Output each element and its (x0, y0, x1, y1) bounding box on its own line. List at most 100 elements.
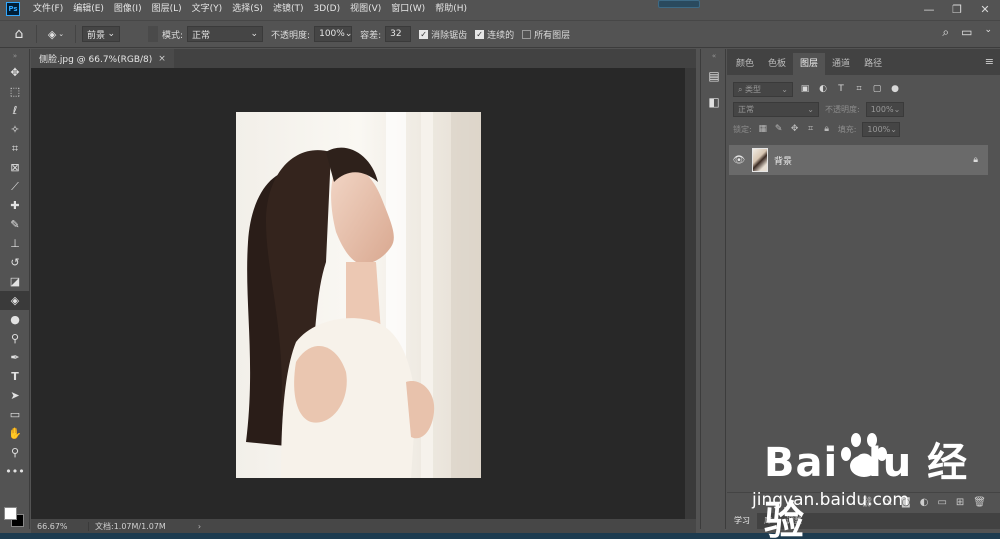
pattern-dropdown[interactable] (148, 26, 158, 42)
tab-color[interactable]: 颜色 (729, 53, 761, 75)
menu-type[interactable]: 文字(Y) (187, 0, 228, 18)
color-swatches[interactable] (4, 503, 26, 527)
move-tool-icon[interactable]: ✥ (0, 63, 30, 82)
smart-object-filter-icon[interactable]: ▢ (871, 84, 883, 94)
antialias-checkbox[interactable]: ✓ (419, 29, 429, 39)
blur-tool-icon[interactable]: ● (0, 310, 30, 329)
zoom-tool-icon[interactable]: ⚲ (0, 443, 30, 462)
adjustments-icon[interactable]: ◧ (701, 89, 727, 115)
tab-channels[interactable]: 通道 (825, 53, 857, 75)
foreground-color-swatch[interactable] (4, 507, 17, 520)
opacity-input[interactable]: 100% ⌄ (314, 26, 352, 42)
brush-tool-icon[interactable]: ✎ (0, 215, 30, 234)
menu-layer[interactable]: 图层(L) (147, 0, 187, 18)
properties-icon[interactable]: ▤ (701, 63, 727, 89)
tab-learn[interactable]: 学习 (727, 513, 757, 529)
paint-bucket-tool-icon[interactable]: ◈ (0, 291, 30, 310)
lock-all-icon[interactable]: 🔒︎ (822, 124, 832, 134)
pixel-filter-icon[interactable]: ▣ (799, 84, 811, 94)
delete-layer-icon[interactable]: 🗑︎ (973, 497, 986, 508)
type-tool-icon[interactable]: T (0, 367, 30, 386)
tab-adjustments[interactable]: 调整 (779, 513, 809, 529)
crop-tool-icon[interactable]: ⌗ (0, 139, 30, 158)
fill-source-dropdown[interactable]: 前景 ⌄ (82, 26, 120, 42)
minimize-button[interactable]: — (922, 3, 936, 16)
vertical-scrollbar[interactable] (685, 68, 696, 519)
tab-paths[interactable]: 路径 (857, 53, 889, 75)
adjustment-filter-icon[interactable]: ◐ (817, 84, 829, 94)
panel-menu-icon[interactable]: ≡ (985, 55, 994, 68)
home-icon[interactable]: ⌂ (8, 23, 30, 45)
restore-button[interactable]: ❐ (950, 3, 964, 16)
healing-brush-tool-icon[interactable]: ✚ (0, 196, 30, 215)
layer-item-background[interactable]: 👁︎ 背景 🔒︎ (729, 145, 988, 175)
history-brush-tool-icon[interactable]: ↺ (0, 253, 30, 272)
frame-tool-icon[interactable]: ⊠ (0, 158, 30, 177)
fill-input[interactable]: 100% ⌄ (862, 121, 901, 137)
menu-edit[interactable]: 编辑(E) (68, 0, 109, 18)
lock-image-icon[interactable]: ✎ (774, 124, 784, 134)
hand-tool-icon[interactable]: ✋ (0, 424, 30, 443)
clone-stamp-tool-icon[interactable]: ⊥ (0, 234, 30, 253)
canvas-area[interactable] (31, 68, 685, 519)
all-layers-option[interactable]: 所有图层 (522, 28, 570, 41)
dodge-tool-icon[interactable]: ⚲ (0, 329, 30, 348)
type-filter-icon[interactable]: T (835, 84, 847, 94)
path-selection-tool-icon[interactable]: ➤ (0, 386, 30, 405)
lock-position-icon[interactable]: ✥ (790, 124, 800, 134)
layer-style-icon[interactable]: fx (883, 497, 892, 508)
workspace-icon[interactable]: ▭ (961, 25, 972, 40)
pen-tool-icon[interactable]: ✒ (0, 348, 30, 367)
tab-layers[interactable]: 图层 (793, 53, 826, 75)
tab-libraries[interactable]: 库 (757, 513, 779, 529)
menu-3d[interactable]: 3D(D) (308, 0, 345, 18)
document-tab[interactable]: 侧脸.jpg @ 66.7%(RGB/8) × (31, 49, 174, 68)
eraser-tool-icon[interactable]: ◪ (0, 272, 30, 291)
lock-transparent-icon[interactable]: ▦ (758, 124, 768, 134)
lock-artboard-icon[interactable]: ⌗ (806, 124, 816, 134)
close-button[interactable]: ✕ (978, 3, 992, 16)
layer-filter-dropdown[interactable]: ⌕ 类型 ⌄ (733, 81, 793, 97)
magic-wand-tool-icon[interactable]: ✧ (0, 120, 30, 139)
visibility-eye-icon[interactable]: 👁︎ (729, 155, 749, 166)
eyedropper-tool-icon[interactable]: ⟋ (0, 177, 30, 196)
zoom-level[interactable]: 66.67% (31, 521, 89, 531)
menu-image[interactable]: 图像(I) (109, 0, 147, 18)
close-icon[interactable]: × (158, 54, 166, 64)
menu-select[interactable]: 选择(S) (227, 0, 268, 18)
paint-bucket-tool-preset-icon[interactable]: ◈ ⌄ (43, 25, 69, 43)
document-photo[interactable] (236, 112, 481, 478)
layer-opacity-input[interactable]: 100% ⌄ (865, 101, 904, 117)
mode-dropdown[interactable]: 正常 ⌄ (187, 26, 264, 42)
tolerance-input[interactable]: 32 (385, 26, 412, 42)
menu-file[interactable]: 文件(F) (28, 0, 68, 18)
menu-view[interactable]: 视图(V) (345, 0, 386, 18)
add-mask-icon[interactable]: ◙ (901, 497, 911, 508)
layer-name[interactable]: 背景 (774, 154, 973, 167)
lasso-tool-icon[interactable]: ℓ (0, 101, 30, 120)
more-tools-icon[interactable]: ••• (0, 462, 30, 481)
menu-help[interactable]: 帮助(H) (430, 0, 472, 18)
blend-mode-dropdown[interactable]: 正常 ⌄ (733, 101, 819, 117)
rectangle-tool-icon[interactable]: ▭ (0, 405, 30, 424)
antialias-option[interactable]: ✓ 消除锯齿 (419, 28, 467, 41)
filter-toggle-icon[interactable]: ● (889, 84, 901, 94)
shape-filter-icon[interactable]: ⌗ (853, 84, 865, 94)
new-layer-icon[interactable]: ⊞ (956, 497, 964, 508)
tab-swatches[interactable]: 色板 (761, 53, 793, 75)
contiguous-checkbox[interactable]: ✓ (475, 29, 485, 39)
workspace-chevron-icon[interactable]: ⌄ (984, 25, 992, 40)
search-icon[interactable]: ⌕ (942, 25, 949, 40)
panel-collapse-icon[interactable]: » (0, 49, 30, 63)
all-layers-checkbox[interactable] (522, 29, 532, 39)
marquee-tool-icon[interactable]: ⬚ (0, 82, 30, 101)
new-group-icon[interactable]: ▭ (937, 497, 946, 508)
link-layers-icon[interactable]: ⛓ (861, 497, 874, 508)
dock-collapse-icon[interactable]: « (701, 49, 727, 63)
adjustment-layer-icon[interactable]: ◐ (920, 497, 929, 508)
menu-filter[interactable]: 滤镜(T) (268, 0, 309, 18)
menu-window[interactable]: 窗口(W) (386, 0, 430, 18)
layer-filter-label: 类型 (745, 84, 762, 94)
status-menu-arrow[interactable]: › (198, 522, 201, 531)
contiguous-option[interactable]: ✓ 连续的 (475, 28, 514, 41)
